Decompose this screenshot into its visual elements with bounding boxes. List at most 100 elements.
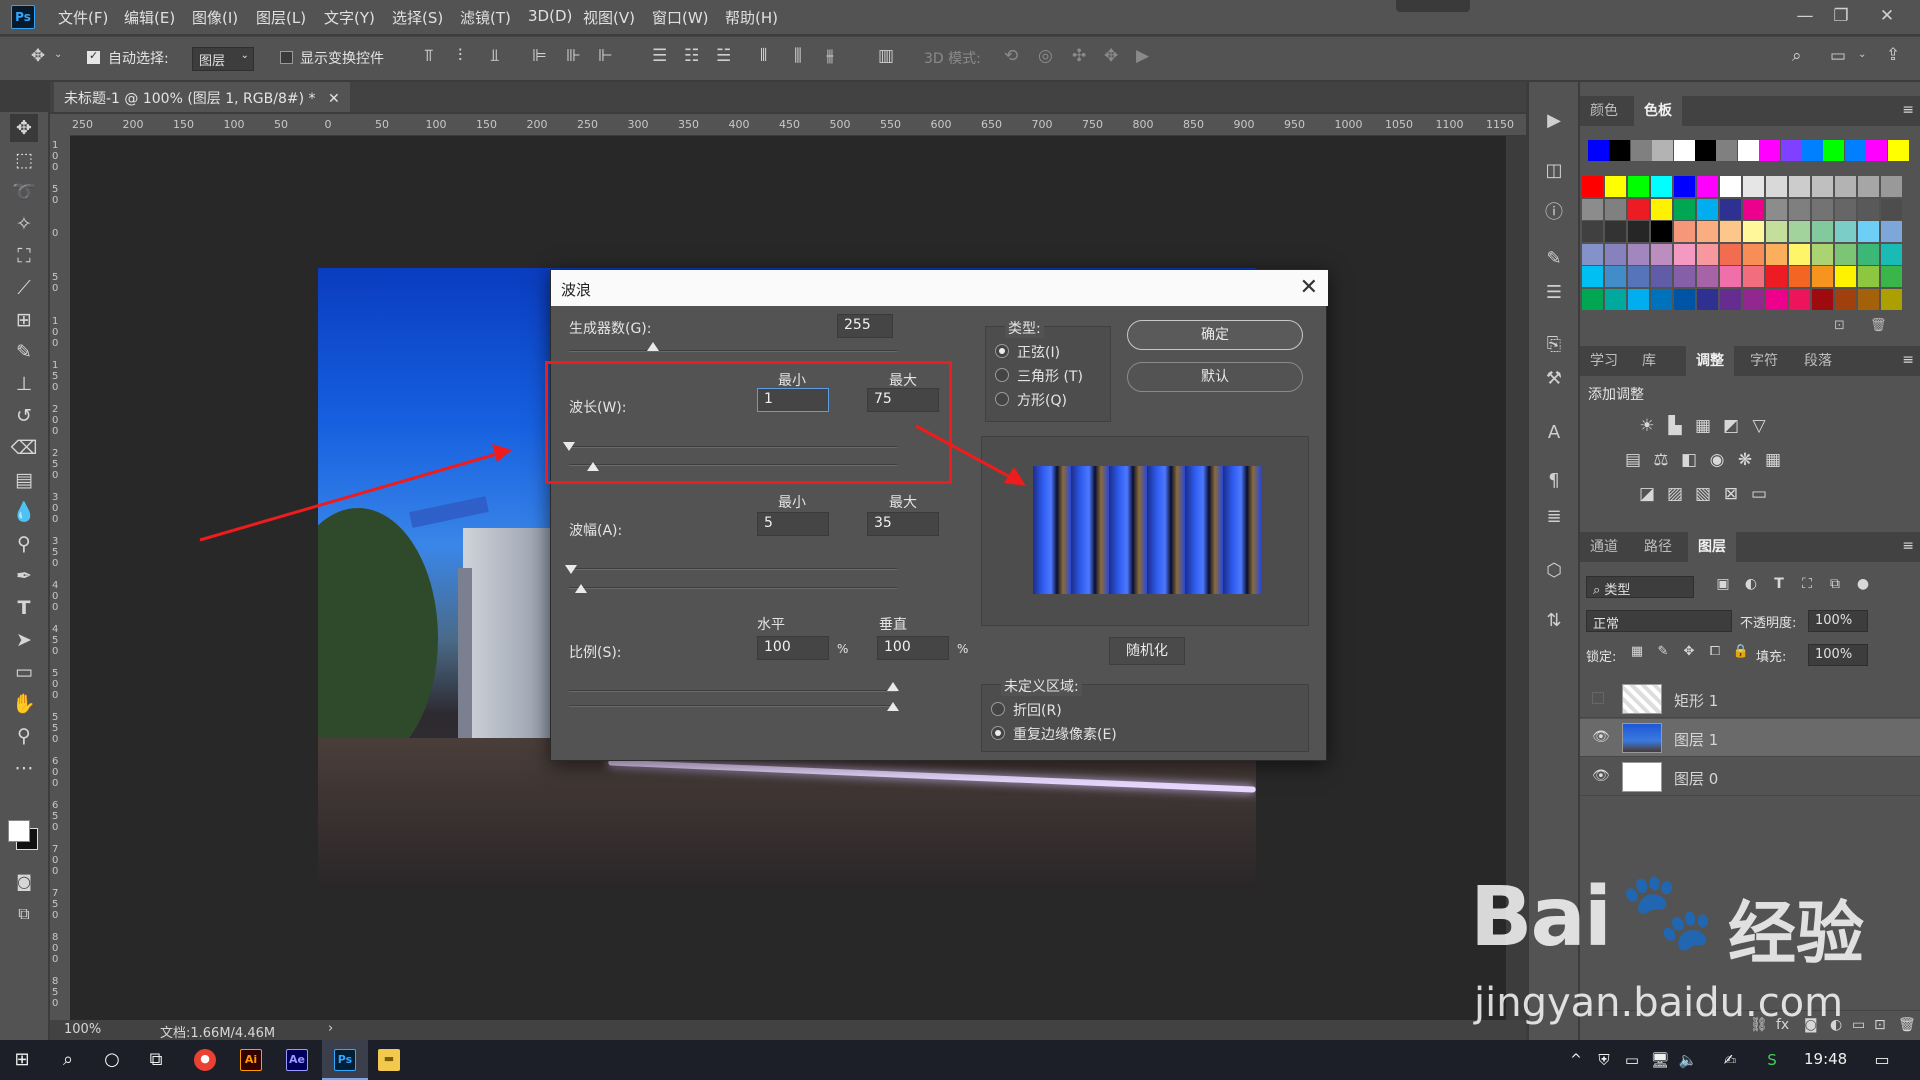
- tab-paths[interactable]: 路径: [1634, 532, 1682, 562]
- color-swatch[interactable]: [1835, 176, 1856, 197]
- tab-paragraph[interactable]: 段落: [1794, 346, 1842, 376]
- color-swatch[interactable]: [1697, 266, 1718, 287]
- color-swatch[interactable]: [1674, 266, 1695, 287]
- color-swatch[interactable]: [1858, 221, 1879, 242]
- color-swatch[interactable]: [1766, 176, 1787, 197]
- color-swatch[interactable]: [1605, 176, 1626, 197]
- trash-icon[interactable]: 🗑: [1870, 318, 1887, 333]
- brightness-icon[interactable]: ☀: [1636, 416, 1658, 438]
- notification-icon[interactable]: ▭: [1870, 1048, 1894, 1072]
- lock-position-icon[interactable]: ✥: [1678, 644, 1700, 666]
- file-explorer-icon[interactable]: ▬: [378, 1049, 400, 1071]
- color-swatch[interactable]: [1835, 243, 1856, 265]
- tab-adjustments[interactable]: 调整: [1686, 346, 1734, 376]
- color-swatch[interactable]: [1720, 243, 1741, 265]
- color-swatch[interactable]: [1630, 140, 1652, 161]
- color-swatch[interactable]: [1789, 288, 1810, 310]
- filter-image-icon[interactable]: ▣: [1712, 576, 1734, 598]
- color-swatch[interactable]: [1743, 176, 1764, 197]
- color-swatch[interactable]: [1628, 266, 1649, 287]
- color-swatch[interactable]: [1743, 288, 1764, 310]
- color-swatch[interactable]: [1605, 221, 1626, 242]
- color-swatch[interactable]: [1720, 288, 1741, 310]
- notes-icon[interactable]: ≣: [1542, 506, 1566, 530]
- color-swatch[interactable]: [1582, 176, 1603, 197]
- panel-menu-icon[interactable]: ≡: [1902, 102, 1914, 118]
- color-swatch[interactable]: [1858, 176, 1879, 197]
- color-swatch[interactable]: [1720, 176, 1741, 197]
- chevron-up-icon[interactable]: ^: [1564, 1048, 1588, 1072]
- color-swatch[interactable]: [1881, 221, 1902, 242]
- info-icon[interactable]: ⓘ: [1542, 198, 1566, 223]
- task-view-icon[interactable]: ⧉: [144, 1048, 168, 1072]
- windows-start-icon[interactable]: ⊞: [10, 1048, 34, 1072]
- color-swatch[interactable]: [1582, 243, 1603, 265]
- 3d-icon[interactable]: ⬡: [1542, 560, 1566, 584]
- new-swatch-icon[interactable]: ⊡: [1834, 318, 1845, 333]
- color-swatch[interactable]: [1881, 243, 1902, 265]
- layer-name[interactable]: 矩形 1: [1674, 690, 1718, 711]
- color-swatch[interactable]: [1605, 243, 1626, 265]
- hue-saturation-icon[interactable]: ▤: [1622, 450, 1644, 472]
- layer-name[interactable]: 图层 0: [1674, 768, 1718, 789]
- color-swatch[interactable]: [1628, 198, 1649, 220]
- illustrator-icon[interactable]: Ai: [240, 1049, 262, 1071]
- color-swatch[interactable]: [1789, 221, 1810, 242]
- volume-icon[interactable]: 🔈: [1676, 1048, 1700, 1072]
- paragraph-icon[interactable]: ¶: [1542, 470, 1566, 494]
- color-swatch[interactable]: [1605, 198, 1626, 220]
- lock-pixels-icon[interactable]: ▦: [1626, 644, 1648, 666]
- color-swatch[interactable]: [1674, 288, 1695, 310]
- color-swatch[interactable]: [1789, 266, 1810, 287]
- color-swatch[interactable]: [1697, 221, 1718, 242]
- invert-icon[interactable]: ◪: [1636, 484, 1658, 506]
- visibility-toggle-off[interactable]: [1592, 692, 1604, 704]
- lock-paint-icon[interactable]: ✎: [1652, 644, 1674, 666]
- color-swatch[interactable]: [1887, 140, 1909, 161]
- color-swatch[interactable]: [1720, 221, 1741, 242]
- color-swatch[interactable]: [1609, 140, 1631, 161]
- color-swatch[interactable]: [1651, 198, 1672, 220]
- color-swatch[interactable]: [1720, 266, 1741, 287]
- color-swatch[interactable]: [1866, 140, 1888, 161]
- color-swatch[interactable]: [1844, 140, 1866, 161]
- color-swatch[interactable]: [1789, 176, 1810, 197]
- color-swatch[interactable]: [1674, 221, 1695, 242]
- color-lookup-icon[interactable]: ▦: [1762, 450, 1784, 472]
- color-swatch[interactable]: [1835, 221, 1856, 242]
- pen-icon[interactable]: ✍: [1718, 1048, 1742, 1072]
- color-swatch[interactable]: [1802, 140, 1823, 161]
- color-swatch[interactable]: [1674, 176, 1695, 197]
- color-swatch[interactable]: [1780, 140, 1802, 161]
- color-swatch[interactable]: [1881, 176, 1902, 197]
- tab-character[interactable]: 字符: [1740, 346, 1788, 376]
- chrome-icon[interactable]: ●: [194, 1049, 216, 1071]
- panel-menu-icon[interactable]: ≡: [1902, 538, 1914, 554]
- color-swatch[interactable]: [1716, 140, 1738, 161]
- brush-settings-icon[interactable]: ✎: [1542, 248, 1566, 272]
- zoom-level[interactable]: 100%: [64, 1022, 101, 1037]
- color-swatch[interactable]: [1812, 243, 1833, 265]
- curves-icon[interactable]: ▦: [1692, 416, 1714, 438]
- opacity-input[interactable]: 100%: [1808, 610, 1868, 632]
- filter-shape-icon[interactable]: ⛶: [1796, 576, 1818, 598]
- filter-type-icon[interactable]: T: [1768, 576, 1790, 598]
- color-swatch[interactable]: [1695, 140, 1716, 161]
- clock[interactable]: 19:48: [1804, 1050, 1847, 1068]
- layer-row-rectangle[interactable]: 矩形 1: [1580, 680, 1920, 718]
- color-swatch[interactable]: [1835, 198, 1856, 220]
- color-swatch[interactable]: [1582, 221, 1603, 242]
- filter-toggle-icon[interactable]: ●: [1852, 576, 1874, 598]
- color-swatch[interactable]: [1812, 266, 1833, 287]
- photo-filter-icon[interactable]: ◉: [1706, 450, 1728, 472]
- color-swatch[interactable]: [1858, 266, 1879, 287]
- color-swatch[interactable]: [1881, 198, 1902, 220]
- layer-name[interactable]: 图层 1: [1674, 729, 1718, 750]
- vibrance-icon[interactable]: ▽: [1748, 416, 1770, 438]
- cortana-icon[interactable]: ○: [100, 1048, 124, 1072]
- color-balance-icon[interactable]: ⚖: [1650, 450, 1672, 472]
- layer-kind-filter[interactable]: ⌕ 类型: [1586, 576, 1694, 598]
- black-white-icon[interactable]: ◧: [1678, 450, 1700, 472]
- eye-icon[interactable]: 👁: [1592, 729, 1610, 745]
- filter-adjustment-icon[interactable]: ◐: [1740, 576, 1762, 598]
